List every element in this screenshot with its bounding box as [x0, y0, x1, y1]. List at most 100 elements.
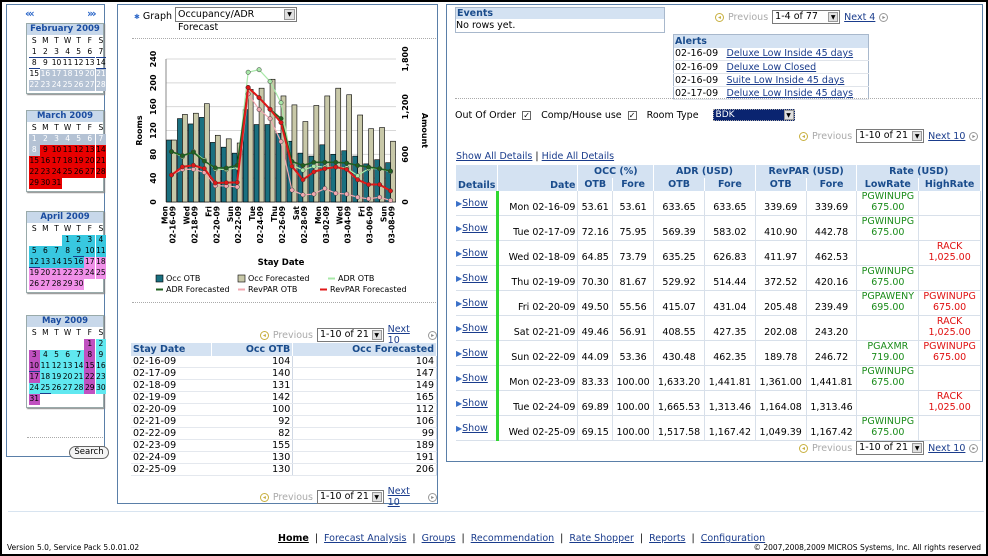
show-details-link[interactable]: Show [462, 298, 488, 309]
calendar-day[interactable]: 16 [40, 156, 51, 167]
calendar-day[interactable]: 20 [84, 156, 96, 167]
graph-select[interactable]: Occupancy/ADR Forecast ▼ [175, 7, 297, 33]
calendar-day[interactable]: 26 [73, 80, 84, 91]
calendar-day[interactable]: 18 [40, 372, 51, 383]
show-details-link[interactable]: Show [462, 398, 488, 409]
calendar-day[interactable]: 15 [29, 156, 40, 167]
calendar-day[interactable]: 11 [62, 145, 73, 156]
calendar-day[interactable]: 22 [62, 268, 73, 279]
range-select[interactable]: 1-10 of 21 ▼ [317, 328, 384, 342]
calendar-day[interactable]: 1 [29, 47, 40, 58]
nav-link-home[interactable]: Home [278, 533, 309, 544]
calendar-day[interactable]: 10 [51, 58, 62, 69]
calendar-day[interactable]: 13 [62, 361, 73, 372]
calendar-day[interactable]: 24 [51, 80, 62, 91]
show-details-link[interactable]: Show [462, 348, 488, 359]
calendar-day[interactable]: 30 [95, 383, 107, 394]
calendar-day[interactable]: 6 [62, 350, 73, 361]
calendar-day[interactable]: 1 [62, 235, 73, 246]
calendar-day[interactable]: 26 [29, 279, 40, 290]
calendar-day[interactable]: 15 [29, 69, 40, 80]
calendar-day[interactable]: 28 [95, 80, 107, 91]
calendar-day[interactable]: 18 [62, 156, 73, 167]
calendar-day[interactable]: 31 [29, 394, 40, 405]
calendar-day[interactable]: 12 [73, 58, 84, 69]
next-link[interactable]: Next 4 [844, 12, 875, 23]
nav-link-groups[interactable]: Groups [422, 533, 456, 544]
calendar-day[interactable]: 3 [51, 47, 62, 58]
calendar-day[interactable]: 14 [95, 58, 107, 69]
calendar-day[interactable]: 4 [62, 134, 73, 145]
comp-house-checkbox[interactable]: ✓ [627, 110, 637, 120]
calendar-day[interactable]: 17 [29, 372, 40, 383]
alert-link[interactable]: Deluxe Low Inside 45 days [727, 88, 854, 99]
next-link[interactable]: Next 10 [388, 486, 424, 508]
calendar-day[interactable]: 27 [40, 279, 51, 290]
calendar-day[interactable]: 17 [84, 257, 96, 268]
calendar-day[interactable]: 22 [29, 167, 40, 178]
calendar-day[interactable]: 29 [84, 383, 96, 394]
calendar-day[interactable]: 26 [73, 167, 84, 178]
nav-link-rate-shopper[interactable]: Rate Shopper [569, 533, 633, 544]
calendar-day[interactable]: 21 [51, 268, 62, 279]
calendar-day[interactable]: 12 [29, 257, 40, 268]
calendar-day[interactable]: 9 [40, 145, 51, 156]
calendar-prev-button[interactable]: «‹ [25, 7, 35, 20]
calendar-day[interactable]: 22 [84, 372, 96, 383]
calendar-day[interactable]: 4 [40, 350, 51, 361]
show-all-details-link[interactable]: Show All Details [456, 151, 532, 162]
calendar-day[interactable]: 2 [95, 339, 107, 350]
calendar-day[interactable]: 25 [62, 80, 73, 91]
search-button[interactable]: Search [69, 446, 109, 459]
calendar-day[interactable]: 1 [29, 134, 40, 145]
calendar-day[interactable]: 13 [40, 257, 51, 268]
calendar-day[interactable]: 5 [51, 350, 62, 361]
calendar-day[interactable]: 18 [95, 257, 107, 268]
range-select[interactable]: 1-10 of 21 ▼ [317, 490, 384, 504]
calendar-day[interactable]: 19 [51, 372, 62, 383]
calendar-day[interactable]: 23 [40, 80, 51, 91]
calendar-day[interactable]: 7 [95, 47, 107, 58]
column-header[interactable]: Occ OTB [211, 343, 294, 356]
calendar-day[interactable]: 2 [73, 235, 84, 246]
calendar-day[interactable]: 17 [51, 156, 62, 167]
range-select[interactable]: 1-10 of 21 ▼ [856, 129, 925, 143]
calendar-day[interactable]: 28 [73, 383, 84, 394]
calendar-day[interactable]: 29 [29, 178, 40, 189]
calendar-day[interactable]: 2 [40, 47, 51, 58]
calendar-next-button[interactable]: ›» [87, 7, 97, 20]
alert-link[interactable]: Deluxe Low Inside 45 days [727, 48, 854, 59]
column-header[interactable]: Occ Forecasted [292, 343, 437, 356]
calendar-day[interactable]: 20 [84, 69, 96, 80]
calendar-day[interactable]: 19 [73, 156, 84, 167]
show-details-link[interactable]: Show [462, 423, 488, 434]
calendar-day[interactable]: 11 [95, 246, 107, 257]
next-icon[interactable]: ▸ [879, 12, 889, 22]
show-details-link[interactable]: Show [462, 323, 488, 334]
calendar-day[interactable]: 6 [84, 134, 96, 145]
calendar-day[interactable]: 15 [84, 361, 96, 372]
calendar-day[interactable]: 11 [40, 361, 51, 372]
calendar-day[interactable]: 10 [51, 145, 62, 156]
alert-link[interactable]: Suite Low Inside 45 days [727, 75, 845, 86]
calendar-day[interactable]: 21 [95, 156, 107, 167]
calendar-day[interactable]: 6 [40, 246, 51, 257]
calendar-day[interactable]: 5 [73, 134, 84, 145]
calendar-day[interactable]: 13 [84, 58, 95, 69]
calendar-day[interactable]: 11 [62, 58, 73, 69]
show-details-link[interactable]: Show [462, 248, 488, 259]
calendar-day[interactable]: 27 [84, 167, 96, 178]
calendar-day[interactable]: 9 [40, 58, 51, 69]
nav-link-reports[interactable]: Reports [649, 533, 685, 544]
calendar-day[interactable]: 25 [95, 268, 107, 279]
range-select[interactable]: 1-10 of 21 ▼ [856, 441, 925, 455]
show-details-link[interactable]: Show [462, 273, 488, 284]
calendar-day[interactable]: 8 [84, 350, 96, 361]
calendar-day[interactable]: 3 [51, 134, 62, 145]
calendar-day[interactable]: 2 [40, 134, 51, 145]
calendar-day[interactable]: 8 [29, 58, 40, 69]
calendar-day[interactable]: 5 [29, 246, 40, 257]
calendar-day[interactable]: 3 [29, 350, 40, 361]
calendar-day[interactable]: 26 [51, 383, 62, 394]
next-icon[interactable]: ▸ [428, 492, 437, 502]
